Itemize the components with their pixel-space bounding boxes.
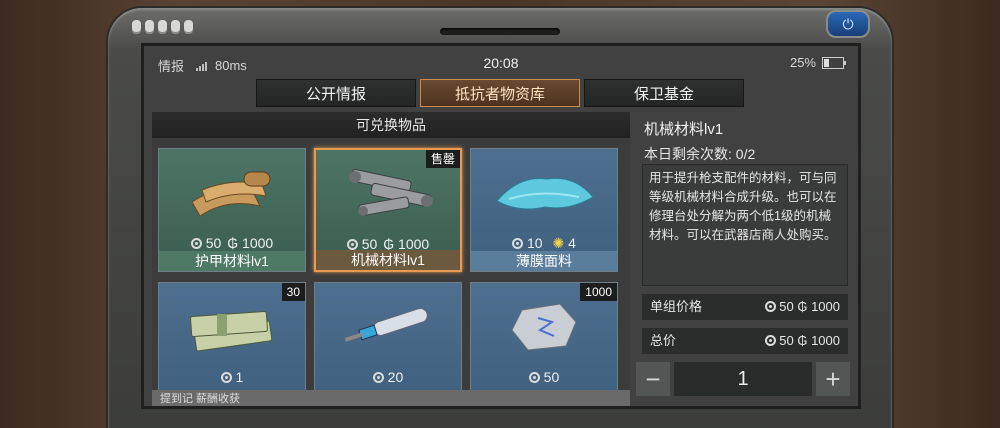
battery-text: 25% xyxy=(789,55,816,70)
item-price: 1 xyxy=(159,369,305,385)
power-button[interactable]: ⏻ xyxy=(826,10,870,38)
footer-strip: 提到记 薪酬收获 xyxy=(152,390,630,406)
detail-title: 机械材料lv1 xyxy=(644,121,724,138)
power-icon: ⏻ xyxy=(842,15,854,32)
gold-icon: ₲ xyxy=(797,333,808,348)
tab-defense-fund[interactable]: 保卫基金 xyxy=(584,79,744,107)
battery-icon xyxy=(822,56,846,69)
item-price: 50 xyxy=(471,369,617,385)
item-price: 10 ✺ 4 xyxy=(471,235,617,252)
gold-icon: ₲ xyxy=(797,299,808,314)
total-label: 总价 xyxy=(650,333,677,348)
item-price: 50 ₲ 1000 xyxy=(159,235,305,251)
item-card-film-fabric[interactable]: 10 ✺ 4 薄膜面料 xyxy=(470,148,618,272)
metal-bolts-icon xyxy=(316,158,460,228)
device-grip xyxy=(132,20,193,34)
cloth-scroll-icon xyxy=(159,157,305,227)
gold-icon: ₲ xyxy=(227,235,239,251)
coin-icon xyxy=(528,372,540,383)
coin-icon xyxy=(512,238,524,249)
item-card-armor-material[interactable]: 50 ₲ 1000 护甲材料lv1 xyxy=(158,148,306,272)
item-description: 用于提升枪支配件的材料，可与同等级机械材料合成升级。也可以在修理台处分解为两个低… xyxy=(642,164,848,286)
syringe-icon xyxy=(315,291,461,361)
coin-icon xyxy=(220,372,232,383)
total-value: 50 ₲ 1000 xyxy=(764,328,840,354)
coin-icon xyxy=(764,301,776,312)
item-card-silver[interactable]: 1000 50 xyxy=(470,282,618,406)
increase-button[interactable]: + xyxy=(816,362,850,396)
coin-icon xyxy=(764,335,776,346)
unit-price-value: 50 ₲ 1000 xyxy=(764,294,840,320)
item-name: 薄膜面料 xyxy=(471,251,617,271)
tab-resistance-supply[interactable]: 抵抗者物资库 xyxy=(420,79,580,107)
silver-coin-icon xyxy=(471,291,617,361)
exchange-panel: 可兑换物品 50 ₲ 1000 护甲材料lv1 售罄 50 ₲ 1000 机械材… xyxy=(152,112,630,406)
item-name: 机械材料lv1 xyxy=(316,250,460,270)
item-name: 护甲材料lv1 xyxy=(159,251,305,271)
total-price-row: 总价 50 ₲ 1000 xyxy=(642,328,848,354)
remaining-count: 本日剩余次数: 0/2 xyxy=(644,146,756,162)
clock: 20:08 xyxy=(483,55,519,71)
cash-bundle-icon xyxy=(159,291,305,361)
decrease-button[interactable]: − xyxy=(636,362,670,396)
coin-icon xyxy=(372,372,384,383)
quantity-field[interactable]: 1 xyxy=(674,362,812,396)
item-detail-panel: 机械材料lv1 本日剩余次数: 0/2 用于提升枪支配件的材料，可与同等级机械材… xyxy=(636,112,850,406)
status-bar: 情报 80ms 20:08 25% xyxy=(144,46,858,76)
item-card-cash[interactable]: 30 1 xyxy=(158,282,306,406)
coin-icon xyxy=(346,239,358,250)
unit-price-label: 单组价格 xyxy=(650,299,703,314)
item-price: 20 xyxy=(315,369,461,385)
exchange-title: 可兑换物品 xyxy=(152,112,630,138)
sun-token-icon: ✺ xyxy=(552,235,565,251)
device-slot xyxy=(440,28,560,35)
coin-icon xyxy=(190,238,202,249)
quantity-stepper: − 1 + xyxy=(636,362,850,396)
item-card-mech-material[interactable]: 售罄 50 ₲ 1000 机械材料lv1 xyxy=(314,148,462,272)
unit-price-row: 单组价格 50 ₲ 1000 xyxy=(642,294,848,320)
item-card-syringe[interactable]: 20 xyxy=(314,282,462,406)
blue-fabric-icon xyxy=(471,157,617,227)
device-screen: 情报 80ms 20:08 25% 公开情报 抵抗者物资库 保卫基金 可兑换物品 xyxy=(144,46,858,406)
tab-public-intel[interactable]: 公开情报 xyxy=(256,79,416,107)
tab-bar: 公开情报 抵抗者物资库 保卫基金 xyxy=(256,79,744,107)
